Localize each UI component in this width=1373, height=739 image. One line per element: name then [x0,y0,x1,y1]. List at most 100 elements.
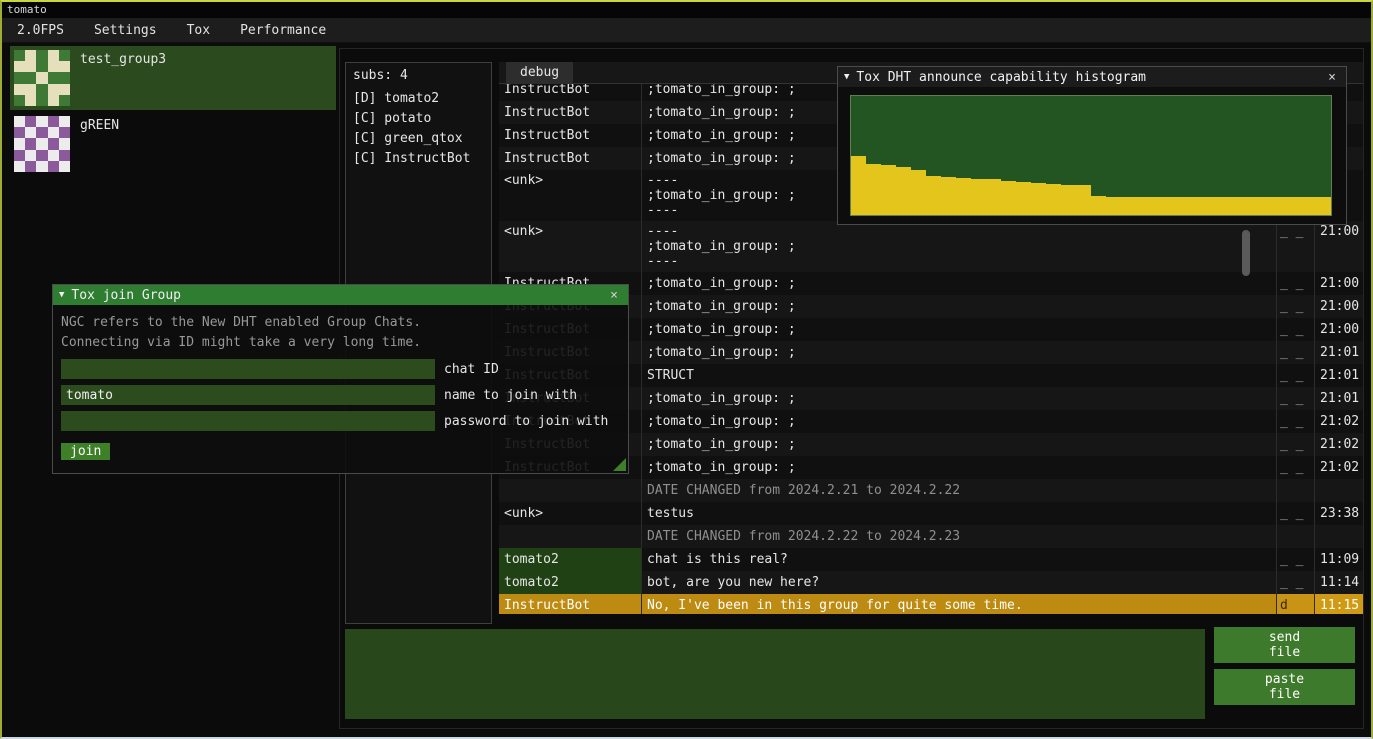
date-changed-row[interactable]: DATE CHANGED from 2024.2.22 to 2024.2.23 [499,525,1363,548]
avatar-cell [14,127,25,138]
send-file-button[interactable]: send file [1214,627,1355,663]
histogram-bar [1121,197,1136,215]
avatar-cell [14,72,25,83]
histogram-bar [1271,197,1286,215]
avatar-cell [36,138,47,149]
close-icon[interactable]: × [1324,70,1340,85]
dht-histogram-titlebar[interactable]: ▼ Tox DHT announce capability histogram … [838,67,1346,87]
histogram-bar [956,178,971,215]
flags-cell: _ _ [1276,364,1314,387]
message-cell: ;tomato_in_group: ; [641,387,1276,410]
chat-message-row[interactable]: <unk>----;tomato_in_group: ;----_ _21:00 [499,221,1363,272]
histogram-bar [1091,196,1106,215]
avatar-cell [48,161,59,172]
subs-list-item[interactable]: [C] potato [353,109,484,129]
peer-name-cell: <unk> [499,502,641,525]
message-cell: No, I've been in this group for quite so… [641,594,1276,614]
avatar-cell [59,50,70,61]
histogram-bar [1256,197,1271,215]
message-cell: DATE CHANGED from 2024.2.22 to 2024.2.23 [641,525,1276,548]
chat-message-row[interactable]: InstructBotNo, I've been in this group f… [499,594,1363,614]
avatar-cell [14,138,25,149]
histogram-bar [1046,184,1061,215]
avatar-cell [14,150,25,161]
menu-item-settings[interactable]: Settings [79,18,172,43]
close-icon[interactable]: × [606,288,622,303]
window-titlebar: tomato [2,2,1371,18]
group-row-gREEN[interactable]: gREEN [10,112,336,176]
join-name-label: name to join with [444,388,577,403]
avatar-cell [48,127,59,138]
avatar-cell [36,116,47,127]
chat-id-input[interactable] [61,359,435,379]
histogram-bar [1181,197,1196,215]
message-line: ---- [647,254,1271,269]
chat-message-row[interactable]: tomato2chat is this real?_ _11:09 [499,548,1363,571]
message-input[interactable] [345,629,1205,719]
histogram-bar [881,165,896,215]
flags-cell: d [1276,594,1314,614]
menu-item-performance[interactable]: Performance [225,18,341,43]
timestamp-cell: 21:01 [1314,387,1363,410]
flags-cell: _ _ [1276,295,1314,318]
fps-counter: 2.0FPS [2,18,79,43]
window-title: tomato [7,3,47,16]
message-line: DATE CHANGED from 2024.2.22 to 2024.2.23 [647,528,1271,545]
group-name-label: gREEN [80,118,119,133]
message-line: DATE CHANGED from 2024.2.21 to 2024.2.22 [647,482,1271,499]
histogram-bar [1241,197,1256,215]
avatar-cell [25,50,36,61]
message-line: chat is this real? [647,551,1271,568]
avatar-cell [36,127,47,138]
join-group-titlebar[interactable]: ▼ Tox join Group × [53,285,628,305]
message-line: ;tomato_in_group: ; [647,344,1271,361]
histogram-bar [896,167,911,215]
message-line: ;tomato_in_group: ; [647,459,1271,476]
chat-message-row[interactable]: tomato2bot, are you new here?_ _11:14 [499,571,1363,594]
join-button[interactable]: join [61,443,110,460]
message-cell: chat is this real? [641,548,1276,571]
resize-grip[interactable] [613,458,626,471]
group-row-test_group3[interactable]: test_group3 [10,46,336,110]
subs-list-item[interactable]: [C] InstructBot [353,149,484,169]
chat-id-label: chat ID [444,362,499,377]
timestamp-cell: 21:01 [1314,341,1363,364]
avatar-cell [59,127,70,138]
avatar-cell [25,72,36,83]
subs-list-item[interactable]: [D] tomato2 [353,89,484,109]
peer-name-cell: tomato2 [499,571,641,594]
peer-name-cell: <unk> [499,221,641,272]
flags-cell: _ _ [1276,341,1314,364]
timestamp-cell: 21:02 [1314,433,1363,456]
message-cell: ;tomato_in_group: ; [641,341,1276,364]
collapse-arrow-icon[interactable]: ▼ [59,290,64,300]
join-password-label: password to join with [444,414,608,429]
histogram-bar [1001,181,1016,216]
date-changed-row[interactable]: DATE CHANGED from 2024.2.21 to 2024.2.22 [499,479,1363,502]
menu-item-tox[interactable]: Tox [172,18,225,43]
collapse-arrow-icon[interactable]: ▼ [844,72,849,82]
avatar-cell [59,138,70,149]
avatar-cell [25,127,36,138]
avatar-cell [48,50,59,61]
histogram-bar [1031,183,1046,215]
join-password-input[interactable] [61,411,435,431]
message-line: ;tomato_in_group: ; [647,275,1271,292]
histogram-bar [1151,197,1166,215]
flags-cell: _ _ [1276,272,1314,295]
chat-scrollbar-thumb[interactable] [1242,230,1250,276]
avatar-cell [59,61,70,72]
tab-debug[interactable]: debug [506,62,573,84]
avatar-cell [59,84,70,95]
avatar-cell [25,161,36,172]
message-line: No, I've been in this group for quite so… [647,597,1271,614]
message-line: bot, are you new here? [647,574,1271,591]
join-name-input[interactable] [61,385,435,405]
ngc-info-line-1: NGC refers to the New DHT enabled Group … [61,313,620,333]
chat-message-row[interactable]: <unk>testus_ _23:38 [499,502,1363,525]
histogram-bar [1286,197,1301,215]
paste-file-button[interactable]: paste file [1214,669,1355,705]
subs-list-item[interactable]: [C] green_qtox [353,129,484,149]
timestamp-cell: 21:01 [1314,364,1363,387]
histogram-bar [1211,197,1226,215]
